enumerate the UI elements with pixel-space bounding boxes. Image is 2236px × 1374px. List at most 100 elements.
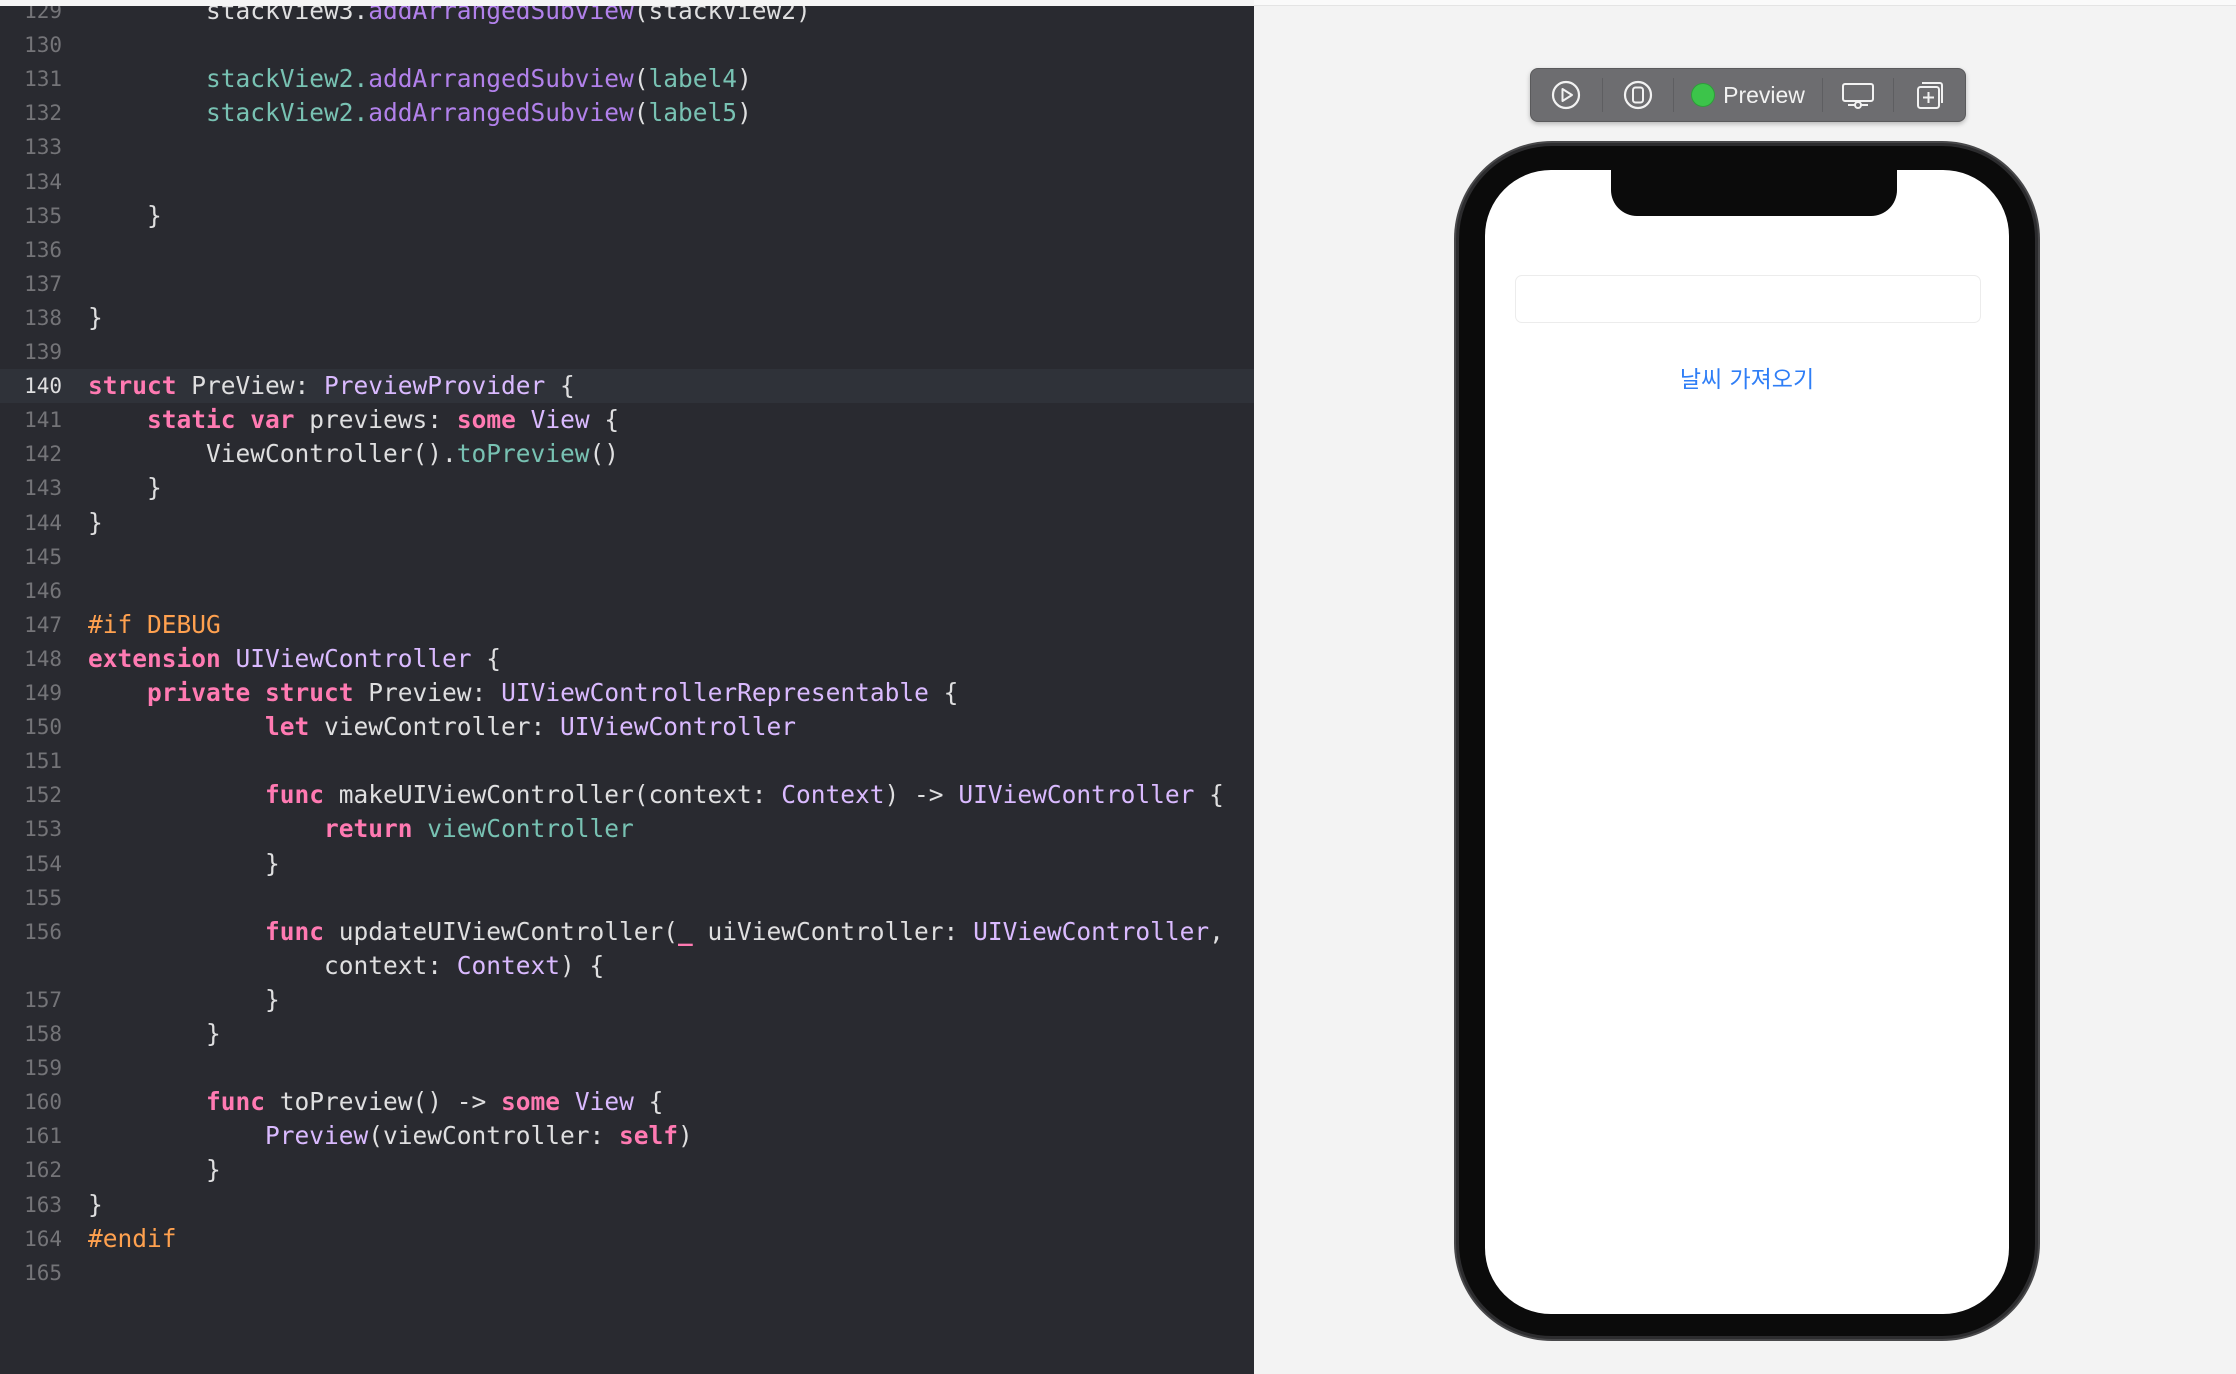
code-text: struct PreView: PreviewProvider { [88, 369, 575, 403]
line-number: 160 [24, 1090, 62, 1115]
code-line[interactable]: 130 [0, 28, 1254, 62]
code-line[interactable]: 160 func toPreview() -> some View { [0, 1085, 1254, 1119]
code-line[interactable]: 140 struct PreView: PreviewProvider { [0, 369, 1254, 404]
code-text: } [147, 471, 162, 505]
code-text: #if DEBUG [88, 608, 221, 642]
fetch-weather-button[interactable]: 날씨 가져오기 [1485, 360, 2009, 394]
code-token: UIViewController [973, 916, 1210, 946]
line-number: 139 [24, 340, 62, 364]
line-number: 152 [24, 783, 62, 808]
code-text: stackView2.addArrangedSubview(label5) [206, 96, 752, 130]
code-line[interactable]: 164 #endif [0, 1222, 1254, 1256]
line-number: 132 [24, 101, 62, 126]
code-token: previews: [294, 405, 457, 435]
code-text: context: Context) { [324, 949, 604, 983]
code-token: Context [456, 950, 561, 980]
code-line[interactable]: 155 [0, 881, 1254, 915]
code-line[interactable]: 146 [0, 574, 1254, 608]
code-token: } [88, 1189, 103, 1219]
code-token: func [206, 1087, 266, 1117]
code-line[interactable]: 165 [0, 1256, 1254, 1290]
code-line[interactable]: 163} [0, 1188, 1254, 1222]
preview-mode-indicator[interactable]: Preview [1674, 69, 1821, 121]
code-token: } [206, 1155, 221, 1185]
code-line[interactable]: 129 stackView3.addArrangedSubview(stackVi… [0, 6, 1254, 28]
code-text: return viewController [324, 812, 634, 846]
code-text: private struct Preview: UIViewController… [147, 676, 958, 710]
canvas-top-border [1254, 0, 2236, 6]
city-text-field[interactable] [1515, 275, 1981, 323]
code-line[interactable]: 142 ViewController().toPreview() [0, 437, 1254, 471]
code-line[interactable]: 161 Preview(viewController: self) [0, 1119, 1254, 1153]
code-line[interactable]: 134 [0, 165, 1254, 199]
code-token: viewController: [309, 712, 561, 742]
code-line[interactable]: 147 #if DEBUG [0, 608, 1254, 642]
line-number: 161 [24, 1124, 62, 1149]
code-line[interactable]: 138} [0, 301, 1254, 335]
code-token: { [589, 405, 620, 435]
code-text: func makeUIViewController(context: Conte… [265, 778, 1224, 812]
line-number: 163 [24, 1192, 62, 1217]
code-token: static [147, 405, 236, 435]
code-line[interactable]: 148 extension UIViewController { [0, 642, 1254, 676]
code-line[interactable]: context: Context) { [0, 949, 1254, 983]
code-token: var [250, 405, 295, 435]
code-token: (stackView2) [633, 6, 811, 25]
code-line[interactable]: 133 [0, 130, 1254, 164]
code-line[interactable]: 151 [0, 744, 1254, 778]
code-text: } [88, 1188, 103, 1222]
code-line[interactable]: 141 static var previews: some View { [0, 403, 1254, 437]
code-token: addArrangedSubview [368, 98, 634, 128]
device-settings-button[interactable] [1823, 69, 1894, 121]
code-line[interactable]: 132 stackView2.addArrangedSubview(label5) [0, 96, 1254, 130]
code-token: ) [737, 64, 752, 94]
line-number: 140 [24, 374, 62, 399]
code-token: View [574, 1087, 634, 1117]
code-token: label4 [648, 64, 738, 94]
code-line[interactable]: 144} [0, 506, 1254, 540]
code-token: () [589, 439, 620, 469]
code-token: } [206, 1019, 221, 1048]
code-line[interactable]: 139 [0, 335, 1254, 369]
code-line[interactable]: 162} [0, 1153, 1254, 1187]
code-token: label5 [648, 98, 738, 128]
code-token: View [530, 405, 590, 435]
code-editor[interactable]: 129 stackView3.addArrangedSubview(stackVi… [0, 6, 1254, 1374]
code-token: toPreview() -> [265, 1087, 502, 1117]
code-token: } [265, 848, 280, 878]
device-notch [1611, 170, 1897, 216]
code-line[interactable]: 159 [0, 1051, 1254, 1085]
code-line[interactable]: 150 let viewController: UIViewController [0, 710, 1254, 744]
selectable-mode-button[interactable] [1603, 69, 1674, 121]
code-line[interactable]: 157} [0, 983, 1254, 1017]
line-number: 159 [24, 1056, 62, 1081]
duplicate-preview-button[interactable] [1894, 69, 1965, 121]
code-token: } [265, 984, 280, 1014]
code-text: extension UIViewController { [88, 642, 501, 676]
code-text: } [88, 301, 103, 335]
code-line[interactable]: 156 func updateUIViewController(_ uiViewC… [0, 915, 1254, 949]
code-line[interactable]: 137 [0, 267, 1254, 301]
code-line[interactable]: 149 private struct Preview: UIViewControl… [0, 676, 1254, 710]
code-token: let [265, 712, 310, 742]
code-token: } [88, 302, 103, 332]
code-line[interactable]: 158} [0, 1017, 1254, 1051]
code-token: extension [88, 643, 221, 673]
code-line[interactable]: 131 stackView2.addArrangedSubview(label4) [0, 62, 1254, 96]
live-preview-button[interactable] [1531, 69, 1602, 121]
line-number: 129 [24, 6, 62, 23]
code-text: stackView2.addArrangedSubview(label4) [206, 62, 752, 96]
line-number: 145 [24, 544, 62, 569]
code-token: addArrangedSubview [368, 6, 634, 25]
line-number: 130 [24, 33, 62, 58]
code-line[interactable]: 152 func makeUIViewController(context: Co… [0, 778, 1254, 812]
code-line[interactable]: 145 [0, 540, 1254, 574]
code-line[interactable]: 154} [0, 847, 1254, 881]
code-line[interactable]: 135} [0, 199, 1254, 233]
line-number: 131 [24, 67, 62, 92]
code-token: private [147, 678, 251, 707]
code-line[interactable]: 136 [0, 233, 1254, 267]
code-line[interactable]: 153 return viewController [0, 812, 1254, 846]
code-line[interactable]: 143} [0, 471, 1254, 505]
preview-mode-label: Preview [1723, 81, 1805, 108]
